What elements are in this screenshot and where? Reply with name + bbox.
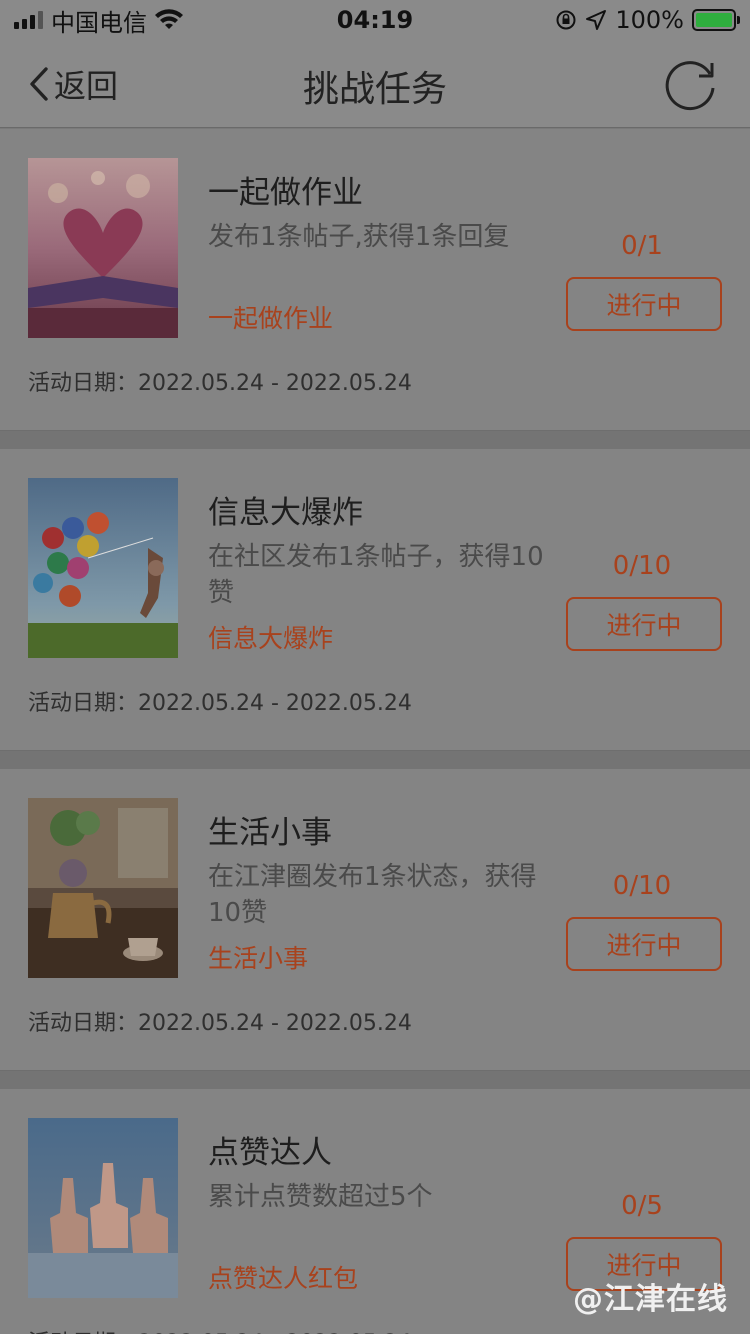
task-progress: 0/10 bbox=[612, 871, 672, 901]
task-card[interactable]: 生活小事 在江津圈发布1条状态，获得10赞 生活小事 0/10 进行中 活动日期… bbox=[0, 769, 750, 1071]
flower-teapot-image bbox=[28, 798, 178, 978]
task-card[interactable]: 一起做作业 发布1条帖子,获得1条回复 一起做作业 0/1 进行中 活动日期：2… bbox=[0, 129, 750, 431]
battery-percentage: 100% bbox=[615, 6, 684, 34]
orientation-lock-icon bbox=[556, 10, 576, 30]
navigation-bar: 返回 挑战任务 bbox=[0, 40, 750, 128]
task-tag: 信息大爆炸 bbox=[208, 624, 334, 653]
divider bbox=[0, 751, 750, 769]
divider bbox=[0, 431, 750, 449]
task-description: 在社区发布1条帖子，获得10赞 bbox=[208, 542, 544, 608]
task-title: 生活小事 bbox=[208, 815, 332, 851]
battery-charging-icon bbox=[692, 9, 740, 31]
thumbs-up-image bbox=[28, 1118, 178, 1298]
task-tag: 一起做作业 bbox=[208, 304, 334, 333]
status-right: 100% bbox=[555, 6, 740, 34]
task-date: 活动日期：2022.05.24 - 2022.05.24 bbox=[28, 1011, 412, 1036]
location-icon bbox=[586, 10, 607, 30]
task-description: 在江津圈发布1条状态，获得10赞 bbox=[208, 862, 537, 928]
task-title: 点赞达人 bbox=[208, 1135, 332, 1171]
divider bbox=[0, 1071, 750, 1089]
task-list: 一起做作业 发布1条帖子,获得1条回复 一起做作业 0/1 进行中 活动日期：2… bbox=[0, 129, 750, 1334]
task-card[interactable]: 信息大爆炸 在社区发布1条帖子，获得10赞 信息大爆炸 0/10 进行中 活动日… bbox=[0, 449, 750, 751]
task-status-button[interactable]: 进行中 bbox=[566, 917, 722, 971]
task-title: 信息大爆炸 bbox=[208, 495, 363, 531]
task-description: 累计点赞数超过5个 bbox=[208, 1182, 433, 1212]
task-progress: 0/5 bbox=[621, 1191, 663, 1221]
page-title: 挑战任务 bbox=[302, 69, 447, 110]
open-book-heart-image bbox=[28, 158, 178, 338]
task-status-button[interactable]: 进行中 bbox=[566, 597, 722, 651]
task-date: 活动日期：2022.05.24 - 2022.05.24 bbox=[28, 1325, 412, 1334]
task-status-button[interactable]: 进行中 bbox=[566, 277, 722, 331]
task-progress: 0/1 bbox=[621, 231, 663, 261]
balloons-child-image bbox=[28, 478, 178, 658]
task-title: 一起做作业 bbox=[208, 175, 363, 211]
task-progress: 0/10 bbox=[612, 551, 672, 581]
task-description: 发布1条帖子,获得1条回复 bbox=[208, 222, 510, 252]
task-tag: 点赞达人红包 bbox=[208, 1264, 359, 1293]
task-date: 活动日期：2022.05.24 - 2022.05.24 bbox=[28, 371, 412, 396]
watermark: @江津在线 bbox=[573, 1282, 728, 1317]
task-date: 活动日期：2022.05.24 - 2022.05.24 bbox=[28, 691, 412, 716]
task-tag: 生活小事 bbox=[208, 944, 309, 973]
status-bar: 中国电信 04:19 100% bbox=[0, 0, 750, 40]
refresh-icon[interactable] bbox=[662, 56, 720, 114]
